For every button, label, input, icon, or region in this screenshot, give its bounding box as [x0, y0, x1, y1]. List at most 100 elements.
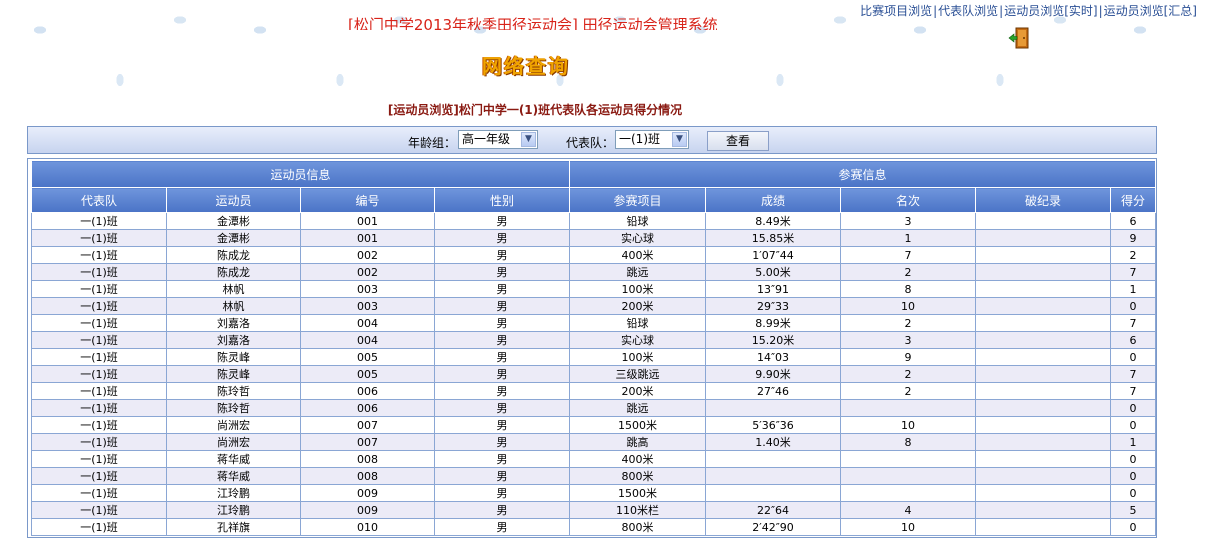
group-header-entry: 参赛信息	[569, 160, 1156, 188]
table-row: 一(1)班 陈成龙 002 男跳远 5.00米 2 7	[31, 263, 1156, 281]
cell-score: 9	[1110, 229, 1156, 247]
cell-number: 003	[300, 280, 435, 298]
cell-rank: 7	[840, 246, 977, 264]
system-title: [松门中学2013年秋季田径运动会] 田径运动会管理系统	[348, 16, 718, 30]
table-row: 一(1)班 金潭彬 001 男铅球 8.49米 3 6	[31, 212, 1156, 230]
cell-number: 007	[300, 416, 435, 434]
cell-result: 5′36″36	[705, 416, 842, 434]
cell-record	[975, 331, 1112, 349]
cell-event: 跳远	[569, 399, 707, 417]
link-athlete-summary[interactable]: 运动员浏览[汇总]	[1104, 4, 1197, 18]
cell-event: 800米	[569, 518, 707, 536]
cell-score: 2	[1110, 246, 1156, 264]
column-header-event: 参赛项目	[569, 187, 707, 213]
cell-record	[975, 416, 1112, 434]
team-select[interactable]: 一(1)班 ▼	[615, 130, 689, 149]
cell-score: 7	[1110, 314, 1156, 332]
cell-athlete: 蒋华威	[166, 467, 301, 485]
link-event-browse[interactable]: 比赛项目浏览	[860, 4, 932, 18]
cell-record	[975, 348, 1112, 366]
link-athlete-realtime[interactable]: 运动员浏览[实时]	[1004, 4, 1097, 18]
grade-select[interactable]: 高一年级 ▼	[458, 130, 538, 149]
cell-record	[975, 314, 1112, 332]
table-row: 一(1)班 蒋华威 008 男 400米 0	[31, 450, 1156, 468]
link-team-browse[interactable]: 代表队浏览	[938, 4, 998, 18]
cell-score: 0	[1110, 399, 1156, 417]
cell-rank: 8	[840, 280, 977, 298]
cell-team: 一(1)班	[31, 246, 167, 264]
cell-record	[975, 399, 1112, 417]
cell-record	[975, 297, 1112, 315]
cell-record	[975, 467, 1112, 485]
table-row: 一(1)班 江玲鹏 009 男 110米栏 22″64 4 5	[31, 501, 1156, 519]
cell-gender: 男	[433, 416, 571, 434]
cell-team: 一(1)班	[31, 467, 167, 485]
cell-number: 004	[300, 314, 435, 332]
cell-team: 一(1)班	[31, 450, 167, 468]
cell-gender: 男	[433, 518, 571, 536]
results-table-panel: 运动员信息 参赛信息 代表队 运动员 编号 性别 参赛项目 成绩 名次 破纪录 得分 一(1)班…	[27, 158, 1157, 538]
results-table: 运动员信息 参赛信息 代表队 运动员 编号 性别 参赛项目 成绩 名次 破纪录 得分 一(1)班…	[30, 160, 1156, 536]
cell-score: 0	[1110, 450, 1156, 468]
cell-rank: 10	[840, 297, 977, 315]
cell-score: 6	[1110, 331, 1156, 349]
cell-result: 29″33	[705, 297, 842, 315]
cell-number: 001	[300, 212, 435, 230]
cell-event: 三级跳远	[569, 365, 707, 383]
page-subtitle: [运动员浏览]松门中学一(1)班代表队各运动员得分情况	[387, 103, 683, 117]
cell-gender: 男	[433, 484, 571, 502]
cell-number: 002	[300, 263, 435, 281]
cell-event: 1500米	[569, 416, 707, 434]
table-row: 一(1)班 刘嘉洛 004 男实心球 15.20米 3 6	[31, 331, 1156, 349]
table-row: 一(1)班 江玲鹏 009 男 1500米 0	[31, 484, 1156, 502]
cell-athlete: 陈成龙	[166, 246, 301, 264]
column-header-result: 成绩	[705, 187, 842, 213]
table-row: 一(1)班 陈灵峰 005 男三级跳远 9.90米 2 7	[31, 365, 1156, 383]
table-row: 一(1)班 尚洲宏 007 男 1500米 5′36″36 10 0	[31, 416, 1156, 434]
cell-athlete: 蒋华威	[166, 450, 301, 468]
chevron-down-icon: ▼	[672, 132, 687, 147]
cell-rank: 10	[840, 518, 977, 536]
cell-event: 实心球	[569, 229, 707, 247]
cell-number: 009	[300, 501, 435, 519]
cell-result: 15.85米	[705, 229, 842, 247]
cell-event: 100米	[569, 348, 707, 366]
cell-number: 010	[300, 518, 435, 536]
table-row: 一(1)班 陈玲哲 006 男跳远 0	[31, 399, 1156, 417]
group-header-athlete: 运动员信息	[30, 160, 571, 188]
exit-door-icon[interactable]	[1008, 27, 1030, 49]
column-header-athlete: 运动员	[166, 187, 301, 213]
cell-result: 13″91	[705, 280, 842, 298]
query-button[interactable]: 查看	[707, 131, 769, 151]
cell-record	[975, 501, 1112, 519]
cell-number: 002	[300, 246, 435, 264]
cell-team: 一(1)班	[31, 280, 167, 298]
table-row: 一(1)班 陈成龙 002 男 400米 1′07″44 7 2	[31, 246, 1156, 264]
cell-team: 一(1)班	[31, 331, 167, 349]
cell-gender: 男	[433, 280, 571, 298]
column-header-gender: 性别	[433, 187, 571, 213]
table-row: 一(1)班 林帆 003 男 200米 29″33 10 0	[31, 297, 1156, 315]
cell-rank: 1	[840, 229, 977, 247]
cell-result: 1′07″44	[705, 246, 842, 264]
cell-event: 实心球	[569, 331, 707, 349]
team-select-value: 一(1)班	[619, 132, 660, 146]
cell-gender: 男	[433, 348, 571, 366]
cell-rank	[840, 450, 977, 468]
cell-athlete: 江玲鹏	[166, 484, 301, 502]
cell-number: 006	[300, 399, 435, 417]
column-header-row: 代表队 运动员 编号 性别 参赛项目 成绩 名次 破纪录 得分	[31, 187, 1156, 213]
cell-rank: 2	[840, 382, 977, 400]
cell-event: 100米	[569, 280, 707, 298]
cell-rank	[840, 467, 977, 485]
cell-result: 27″46	[705, 382, 842, 400]
table-body: 一(1)班 金潭彬 001 男铅球 8.49米 3 6 一(1)班 金潭彬 001 男实心球 15.8…	[31, 212, 1156, 536]
cell-event: 110米栏	[569, 501, 707, 519]
cell-result: 2′42″90	[705, 518, 842, 536]
cell-team: 一(1)班	[31, 399, 167, 417]
cell-athlete: 林帆	[166, 297, 301, 315]
top-nav-links: 比赛项目浏览|代表队浏览|运动员浏览[实时]|运动员浏览[汇总]	[860, 2, 1197, 19]
cell-score: 0	[1110, 297, 1156, 315]
cell-result: 5.00米	[705, 263, 842, 281]
cell-result: 9.90米	[705, 365, 842, 383]
